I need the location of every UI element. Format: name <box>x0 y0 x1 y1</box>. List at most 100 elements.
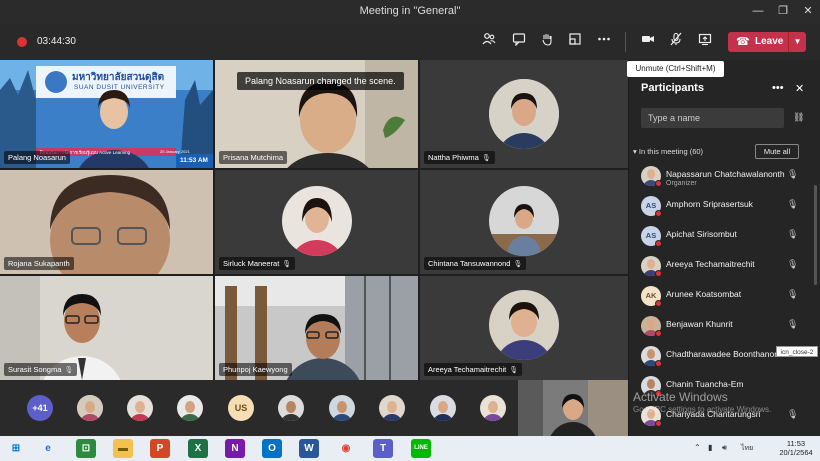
leave-label: Leave <box>755 36 784 47</box>
participants-icon[interactable] <box>480 32 498 50</box>
meeting-timer: 03:44:30 <box>37 36 76 47</box>
strip-avatar[interactable] <box>177 395 203 421</box>
organizer-label: Organizer <box>666 180 697 187</box>
participant-row[interactable]: AS Apichat Sirisombut 🎙︎ <box>641 226 811 250</box>
rooms-icon[interactable] <box>566 32 584 50</box>
participant-name: Napassarun Chatchawalanonth <box>666 169 785 179</box>
chrome-icon[interactable]: ◉ <box>336 439 356 458</box>
mic-off-icon: 🎙︎ <box>787 169 799 179</box>
outlook-icon[interactable]: O <box>262 439 282 458</box>
mic-muted-icon[interactable] <box>667 32 685 50</box>
raise-hand-icon[interactable] <box>538 32 556 50</box>
taskbar-clock[interactable]: 11:53 20/1/2564 <box>776 439 816 457</box>
video-stage: มหาวิทยาลัยสวนดุสิต SUAN DUSIT UNIVERSIT… <box>0 60 628 380</box>
meeting-toolbar: 03:44:30 ☎ Leave ▼ <box>0 24 820 60</box>
language-indicator[interactable]: ไทย <box>741 443 753 454</box>
excel-icon[interactable]: X <box>188 439 208 458</box>
teams-icon[interactable]: T <box>373 439 393 458</box>
strip-avatar[interactable] <box>480 395 506 421</box>
camera-icon[interactable] <box>639 32 657 50</box>
close-window-button[interactable]: ✕ <box>799 3 817 19</box>
strip-avatar[interactable] <box>278 395 304 421</box>
video-tile[interactable]: Nattha Phiwma 🎙︎ <box>420 60 628 168</box>
participant-name: Surasit Songma 🎙︎ <box>4 363 78 376</box>
onenote-icon[interactable]: N <box>225 439 245 458</box>
video-time: 11:53 AM <box>180 157 208 164</box>
scene-change-banner: Palang Noasarun changed the scene. <box>237 72 404 90</box>
participant-avatar <box>489 290 559 360</box>
window-titlebar: Meeting in "General" — ❐ ✕ <box>0 0 820 24</box>
mic-off-icon: 🎙︎ <box>787 229 799 239</box>
maximize-button[interactable]: ❐ <box>774 3 792 19</box>
file-explorer-icon[interactable]: ▬ <box>113 439 133 458</box>
windows-start-icon[interactable]: ⊞ <box>6 439 26 458</box>
participants-panel: Participants ••• ✕ Type a name ⛓ ▾ In th… <box>628 60 820 436</box>
strip-avatar[interactable] <box>329 395 355 421</box>
windows-taskbar: ⊞ e ⊡ ▬ P X N O W ◉ T LINE ⌃ ▮ 🔊︎ ไทย 11… <box>0 436 820 461</box>
video-tile[interactable]: Surasit Songma 🎙︎ <box>0 276 213 380</box>
presence-dot <box>655 240 662 247</box>
mic-off-icon: 🎙︎ <box>787 409 799 419</box>
strip-avatar[interactable] <box>430 395 456 421</box>
participant-name: Areeya Techamaitrechit <box>666 259 755 269</box>
unmute-tooltip: Unmute (Ctrl+Shift+M) <box>627 61 724 77</box>
toolbar-divider <box>625 32 626 52</box>
panel-more-icon[interactable]: ••• <box>772 82 784 94</box>
search-input[interactable]: Type a name <box>641 108 784 128</box>
mic-off-icon: 🎙︎ <box>787 289 799 299</box>
participant-name: Sirluck Maneerat 🎙︎ <box>219 257 296 270</box>
participant-name: Chadtharawadee Boonthanom <box>666 349 782 359</box>
strip-initials-avatar[interactable]: US <box>228 395 254 421</box>
chevron-down-icon[interactable]: ▼ <box>788 32 806 52</box>
panel-scrollbar[interactable] <box>814 185 817 285</box>
edge-icon[interactable]: e <box>38 439 58 458</box>
minimize-button[interactable]: — <box>749 3 767 19</box>
store-icon[interactable]: ⊡ <box>76 439 96 458</box>
clock-date: 20/1/2564 <box>779 448 813 457</box>
strip-avatar[interactable] <box>77 395 103 421</box>
powerpoint-icon[interactable]: P <box>150 439 170 458</box>
section-header[interactable]: ▾ In this meeting (60) <box>633 147 703 156</box>
mic-off-icon: 🎙︎ <box>509 367 519 374</box>
close-tooltip: icn_close-2 <box>776 346 818 357</box>
university-en-name: SUAN DUSIT UNIVERSITY <box>74 84 165 91</box>
self-view-video[interactable] <box>518 380 628 436</box>
presence-dot <box>655 420 662 427</box>
mute-all-button[interactable]: Mute all <box>755 144 799 159</box>
video-date: 20 January 2021 <box>160 149 190 154</box>
tray-chevron-icon[interactable]: ⌃ <box>694 443 701 452</box>
participant-row[interactable]: AS Amphorn Sriprasertsuk 🎙︎ <box>641 196 811 220</box>
more-actions-icon[interactable] <box>595 32 613 50</box>
recording-icon <box>17 37 27 47</box>
video-tile[interactable]: Areeya Techamaitrechit 🎙︎ <box>420 276 628 380</box>
participant-name: Amphorn Sriprasertsuk <box>666 199 753 209</box>
activate-windows-subtitle: Go to PC settings to activate Windows. <box>633 405 772 414</box>
strip-avatar[interactable] <box>379 395 405 421</box>
line-icon[interactable]: LINE <box>411 439 431 458</box>
university-thai-name: มหาวิทยาลัยสวนดุสิต <box>72 72 165 83</box>
chat-icon[interactable] <box>510 32 528 50</box>
video-tile[interactable]: Chintana Tansuwannond 🎙︎ <box>420 170 628 274</box>
video-tile[interactable]: Phunpoj Kaewyong <box>215 276 418 380</box>
presence-dot <box>655 300 662 307</box>
participant-name: Chanin Tuancha-Em <box>666 379 744 389</box>
video-tile[interactable]: Rojana Sukapanth <box>0 170 213 274</box>
participant-row[interactable]: Benjawan Khunrit 🎙︎ <box>641 316 811 340</box>
participant-row[interactable]: Napassarun Chatchawalanonth Organizer 🎙︎ <box>641 166 811 190</box>
strip-avatar[interactable] <box>127 395 153 421</box>
participant-name: Arunee Koatsombat <box>666 289 742 299</box>
panel-close-icon[interactable]: ✕ <box>795 82 804 95</box>
volume-icon[interactable]: 🔊︎ <box>722 443 727 453</box>
participant-row[interactable]: AK Arunee Koatsombat 🎙︎ <box>641 286 811 310</box>
share-invite-icon[interactable]: ⛓ <box>793 112 804 123</box>
share-screen-icon[interactable] <box>696 32 714 50</box>
participant-name: Areeya Techamaitrechit 🎙︎ <box>424 363 523 376</box>
phone-icon: ☎ <box>736 36 750 48</box>
word-icon[interactable]: W <box>299 439 319 458</box>
leave-button[interactable]: ☎ Leave ▼ <box>728 32 806 52</box>
more-participants-badge[interactable]: +41 <box>27 395 53 421</box>
participant-row[interactable]: Areeya Techamaitrechit 🎙︎ <box>641 256 811 280</box>
network-icon[interactable]: ▮ <box>708 443 712 452</box>
video-tile[interactable]: Sirluck Maneerat 🎙︎ <box>215 170 418 274</box>
video-tile[interactable]: มหาวิทยาลัยสวนดุสิต SUAN DUSIT UNIVERSIT… <box>0 60 213 168</box>
